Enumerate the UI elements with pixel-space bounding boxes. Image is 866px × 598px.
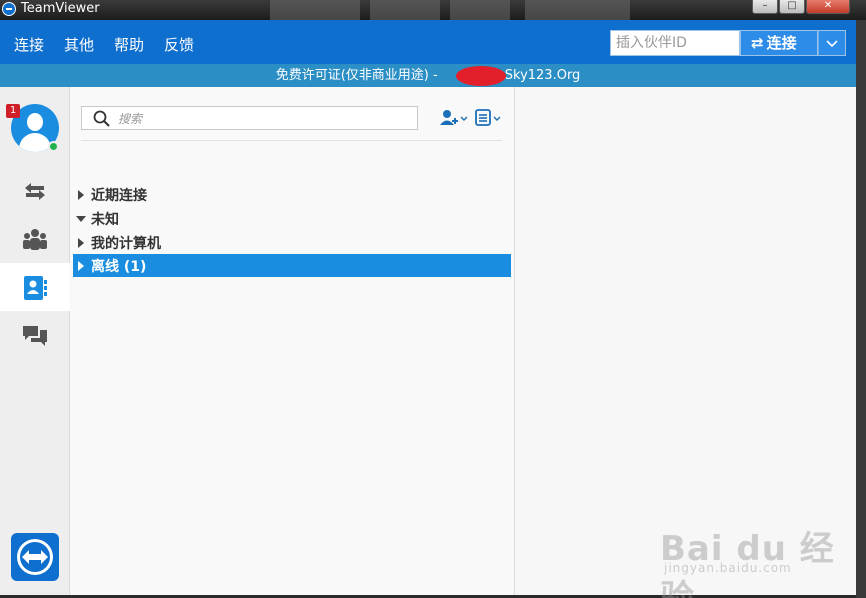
list-view-icon [475,109,501,126]
background-window [525,0,630,20]
watermark: Bai du 经验 jingyan.baidu.com [660,505,850,598]
tab-remote-control[interactable] [0,167,70,215]
group-label: 我的计算机 [91,236,161,252]
teamviewer-logo-icon [2,2,16,16]
title-bar: TeamViewer – □ ✕ [0,0,866,20]
add-user-icon [440,110,468,125]
expand-arrow-icon[interactable] [78,190,84,200]
search-input[interactable] [118,110,408,127]
license-bar: 免费许可证(仅非商业用途) - - Sky123.Org [0,64,856,87]
teamviewer-brand-icon[interactable] [11,533,59,581]
menu-bar: 连接 其他 帮助 反馈 ⇄连接 [0,20,856,64]
collapse-arrow-icon[interactable] [76,216,86,222]
connect-button[interactable]: ⇄ 连接 [740,30,818,56]
menu-extras[interactable]: 其他 [64,34,94,55]
connect-arrows-icon: ⇄ [751,34,764,52]
license-text: 免费许可证(仅非商业用途) - [275,68,442,83]
connect-button-label: 连接 [766,34,797,52]
contacts-panel: 近期连接 未知 我的计算机 离线 (1) [71,87,515,595]
window-title: TeamViewer [21,1,100,16]
maximize-button[interactable]: □ [779,0,805,14]
background-window [370,0,440,20]
tab-meeting[interactable] [0,215,70,263]
chevron-down-icon [826,40,838,48]
group-label: 未知 [91,212,119,228]
search-box[interactable] [81,106,418,130]
background-window [450,0,510,20]
contacts-icon [24,276,47,300]
watermark-url: jingyan.baidu.com [664,561,792,575]
chat-icon [23,326,47,346]
connect-dropdown-button[interactable] [818,30,846,56]
close-button[interactable]: ✕ [806,0,850,14]
avatar-head [27,113,43,131]
avatar-body [19,133,51,152]
view-options-button[interactable] [474,108,506,128]
group-label: 近期连接 [91,188,147,204]
add-contact-button[interactable] [439,108,469,128]
group-offline[interactable]: 离线 (1) [73,254,511,277]
minimize-button[interactable]: – [752,0,778,14]
notification-badge: 1 [6,104,20,118]
teamviewer-brand-glyph [17,539,53,575]
background-scrollbar [856,20,866,598]
menu-feedback[interactable]: 反馈 [164,34,194,55]
left-nav: 1 [0,87,70,595]
tab-contacts[interactable] [0,263,70,311]
redaction-scribble [456,66,506,86]
partner-id-input[interactable] [610,30,740,56]
tab-chat[interactable] [0,311,70,359]
expand-arrow-icon[interactable] [78,238,84,248]
divider [81,140,502,141]
menu-connection[interactable]: 连接 [14,34,44,55]
search-icon [93,110,110,127]
expand-arrow-icon[interactable] [78,261,84,271]
menu-help[interactable]: 帮助 [114,34,144,55]
arrows-icon [25,183,45,200]
group-icon [23,229,47,250]
group-my-computers[interactable]: 我的计算机 [73,231,511,254]
group-unknown[interactable]: 未知 [73,207,511,230]
group-label: 离线 (1) [91,259,147,275]
group-recent-connections[interactable]: 近期连接 [73,183,511,206]
background-window [270,0,360,20]
watermark-brand: Bai du 经验 [660,529,835,598]
online-status-icon [48,141,59,152]
